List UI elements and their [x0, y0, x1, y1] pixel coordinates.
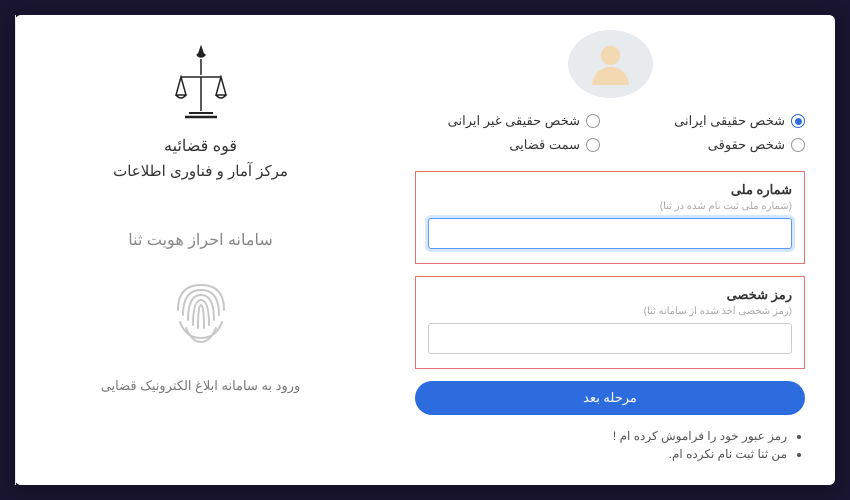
portal-link[interactable]: ورود به سامانه ابلاغ الکترونیک قضایی — [101, 378, 301, 394]
radio-icon — [791, 114, 805, 128]
forgot-password-link[interactable]: رمز عبور خود را فراموش کرده ام ! — [415, 429, 787, 443]
not-registered-link[interactable]: من ثنا ثبت نام نکرده ام. — [415, 447, 787, 461]
national-id-hint: (شماره ملی ثبت نام شده در ثنا) — [428, 201, 792, 212]
national-id-input[interactable] — [428, 218, 792, 249]
radio-icon — [586, 138, 600, 152]
judiciary-logo-icon — [171, 45, 231, 123]
password-input[interactable] — [428, 323, 792, 354]
brand-title: قوه قضائیه — [113, 136, 288, 156]
radio-icon — [791, 138, 805, 152]
radio-legal[interactable]: شخص حقوقی — [620, 137, 805, 153]
user-icon — [583, 37, 638, 92]
password-label: رمز شخصی — [428, 287, 792, 303]
password-group: رمز شخصی (رمز شخصی اخذ شده از سامانه ثنا… — [415, 276, 805, 369]
person-type-group: شخص حقیقی ایرانی شخص حقیقی غیر ایرانی شخ… — [415, 113, 805, 153]
radio-label: شخص حقیقی ایرانی — [674, 113, 785, 129]
radio-label: شخص حقوقی — [708, 137, 785, 153]
password-hint: (رمز شخصی اخذ شده از سامانه ثنا) — [428, 306, 792, 317]
form-panel: شخص حقیقی ایرانی شخص حقیقی غیر ایرانی شخ… — [385, 15, 835, 485]
system-name: سامانه احراز هویت ثنا — [128, 230, 272, 250]
avatar-placeholder — [568, 30, 653, 98]
brand-panel: قوه قضائیه مرکز آمار و فناوری اطلاعات سا… — [15, 15, 385, 485]
fingerprint-icon — [166, 270, 236, 348]
radio-label: شخص حقیقی غیر ایرانی — [448, 113, 580, 129]
helper-links: رمز عبور خود را فراموش کرده ام ! من ثنا … — [415, 429, 805, 465]
radio-label: سمت قضایی — [509, 137, 580, 153]
radio-iranian[interactable]: شخص حقیقی ایرانی — [620, 113, 805, 129]
national-id-label: شماره ملی — [428, 182, 792, 198]
radio-icon — [586, 114, 600, 128]
radio-judicial[interactable]: سمت قضایی — [415, 137, 600, 153]
brand-subtitle: مرکز آمار و فناوری اطلاعات — [113, 162, 288, 180]
radio-foreign[interactable]: شخص حقیقی غیر ایرانی — [415, 113, 600, 129]
login-card: شخص حقیقی ایرانی شخص حقیقی غیر ایرانی شخ… — [15, 15, 835, 485]
next-button[interactable]: مرحله بعد — [415, 381, 805, 415]
national-id-group: شماره ملی (شماره ملی ثبت نام شده در ثنا) — [415, 171, 805, 264]
logo-block: قوه قضائیه مرکز آمار و فناوری اطلاعات — [113, 45, 288, 210]
